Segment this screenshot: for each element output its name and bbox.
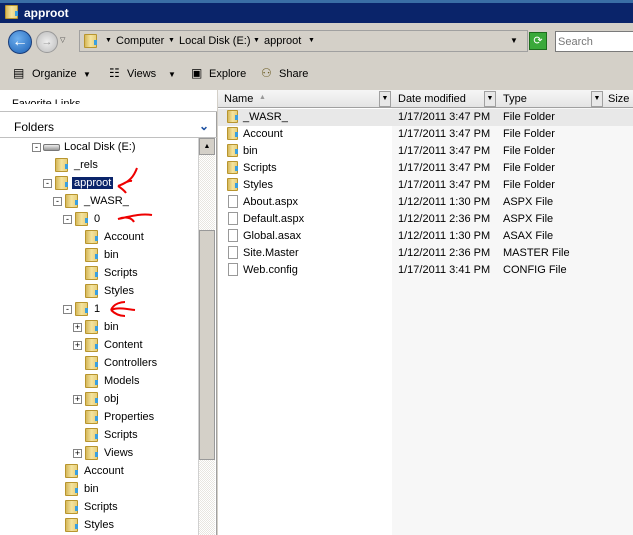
annotation-arrow-approot [117, 167, 138, 194]
annotation-arrow-1 [110, 301, 136, 317]
annotation-arrow-0 [117, 213, 153, 223]
red-annotations [110, 167, 153, 317]
